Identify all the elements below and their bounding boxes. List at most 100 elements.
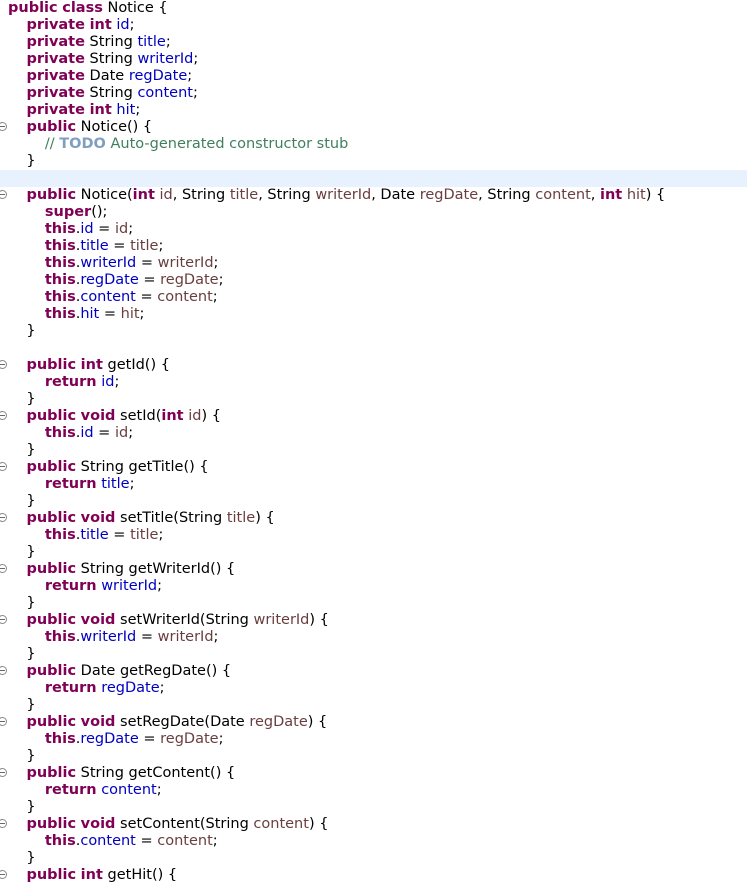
code-line[interactable]: }	[0, 544, 747, 561]
fold-toggle-icon[interactable]	[0, 462, 7, 471]
code-token: setRegDate(Date	[115, 714, 250, 730]
code-line[interactable]: this.title = title;	[0, 238, 747, 255]
fold-toggle-icon[interactable]	[0, 768, 7, 777]
code-line[interactable]: this.id = id;	[0, 425, 747, 442]
code-token: ) {	[201, 408, 221, 424]
code-line[interactable]: }	[0, 799, 747, 816]
code-line[interactable]: private String writerId;	[0, 51, 747, 68]
fold-toggle-icon[interactable]	[0, 360, 7, 369]
code-line[interactable]: }	[0, 493, 747, 510]
keyword-token: this	[44, 289, 76, 305]
code-line[interactable]: public Notice(int id, String title, Stri…	[0, 187, 747, 204]
code-line[interactable]: public String getTitle() {	[0, 459, 747, 476]
code-token: ;	[218, 731, 224, 747]
code-line[interactable]: }	[0, 323, 747, 340]
code-token: ;	[212, 289, 218, 305]
code-token: }	[8, 544, 36, 560]
fold-toggle-icon[interactable]	[0, 564, 7, 573]
code-line[interactable]: this.writerId = writerId;	[0, 255, 747, 272]
code-editor[interactable]: public class Notice { private int id; pr…	[0, 0, 747, 887]
code-token: ) {	[255, 510, 275, 526]
fold-toggle-icon[interactable]	[0, 615, 7, 624]
code-line[interactable]: private String title;	[0, 34, 747, 51]
code-line[interactable]: public Date getRegDate() {	[0, 663, 747, 680]
parameter-token: title	[130, 527, 159, 543]
code-line[interactable]: public void setContent(String content) {	[0, 816, 747, 833]
code-token: ;	[213, 255, 219, 271]
fold-toggle-icon[interactable]	[0, 666, 7, 675]
keyword-token: this	[44, 306, 76, 322]
code-line[interactable]: this.hit = hit;	[0, 306, 747, 323]
fold-toggle-icon[interactable]	[0, 870, 7, 879]
current-code-line[interactable]	[0, 170, 747, 187]
code-line[interactable]: }	[0, 391, 747, 408]
keyword-token: public	[26, 187, 77, 203]
code-line[interactable]: private String content;	[0, 85, 747, 102]
code-line[interactable]: // TODO Auto-generated constructor stub	[0, 136, 747, 153]
keyword-token: this	[44, 272, 76, 288]
code-line[interactable]: public String getWriterId() {	[0, 561, 747, 578]
code-token: ;	[187, 68, 193, 84]
code-line[interactable]: public Notice() {	[0, 119, 747, 136]
code-line[interactable]	[0, 340, 747, 357]
fold-toggle-icon[interactable]	[0, 513, 7, 522]
code-line[interactable]: public void setRegDate(Date regDate) {	[0, 714, 747, 731]
fold-toggle-icon[interactable]	[0, 819, 7, 828]
code-line[interactable]: public class Notice {	[0, 0, 747, 17]
code-line[interactable]: public String getContent() {	[0, 765, 747, 782]
keyword-token: void	[80, 510, 116, 526]
code-token: ;	[158, 238, 164, 254]
code-line[interactable]: public int getId() {	[0, 357, 747, 374]
code-line[interactable]: }	[0, 646, 747, 663]
fold-toggle-icon[interactable]	[0, 411, 7, 420]
code-token: getId() {	[102, 357, 170, 373]
code-line[interactable]: this.regDate = regDate;	[0, 731, 747, 748]
code-line[interactable]: public void setId(int id) {	[0, 408, 747, 425]
fold-toggle-icon[interactable]	[0, 122, 7, 131]
code-line[interactable]: public int getHit() {	[0, 867, 747, 884]
code-line[interactable]: this.regDate = regDate;	[0, 272, 747, 289]
code-line[interactable]: }	[0, 153, 747, 170]
code-line[interactable]: return content;	[0, 782, 747, 799]
code-line[interactable]: }	[0, 697, 747, 714]
fold-toggle-icon[interactable]	[0, 717, 7, 726]
code-line[interactable]: }	[0, 595, 747, 612]
keyword-token: void	[80, 408, 116, 424]
code-line[interactable]: this.content = content;	[0, 833, 747, 850]
code-token: =	[108, 238, 131, 254]
keyword-token: this	[44, 527, 76, 543]
code-line[interactable]: return id;	[0, 374, 747, 391]
code-line[interactable]: private int id;	[0, 17, 747, 34]
code-line[interactable]: return writerId;	[0, 578, 747, 595]
code-token: String getWriterId() {	[76, 561, 236, 577]
code-line[interactable]: return title;	[0, 476, 747, 493]
field-token: id	[101, 374, 115, 390]
code-token: Notice() {	[76, 119, 153, 135]
fold-toggle-icon[interactable]	[0, 190, 7, 199]
code-line[interactable]: public void setTitle(String title) {	[0, 510, 747, 527]
code-line[interactable]: this.writerId = writerId;	[0, 629, 747, 646]
code-line[interactable]: this.id = id;	[0, 221, 747, 238]
code-line[interactable]: public void setWriterId(String writerId)…	[0, 612, 747, 629]
parameter-token: writerId	[253, 612, 310, 628]
keyword-token: public	[26, 561, 77, 577]
code-line[interactable]: this.content = content;	[0, 289, 747, 306]
field-token: title	[80, 238, 109, 254]
keyword-token: this	[44, 833, 76, 849]
code-token: ;	[156, 782, 162, 798]
code-line[interactable]: super();	[0, 204, 747, 221]
code-line[interactable]: }	[0, 850, 747, 867]
code-line[interactable]: }	[0, 442, 747, 459]
code-line[interactable]: return regDate;	[0, 680, 747, 697]
code-line[interactable]: private int hit;	[0, 102, 747, 119]
code-line[interactable]: private Date regDate;	[0, 68, 747, 85]
code-line[interactable]: this.title = title;	[0, 527, 747, 544]
code-line[interactable]: }	[0, 748, 747, 765]
